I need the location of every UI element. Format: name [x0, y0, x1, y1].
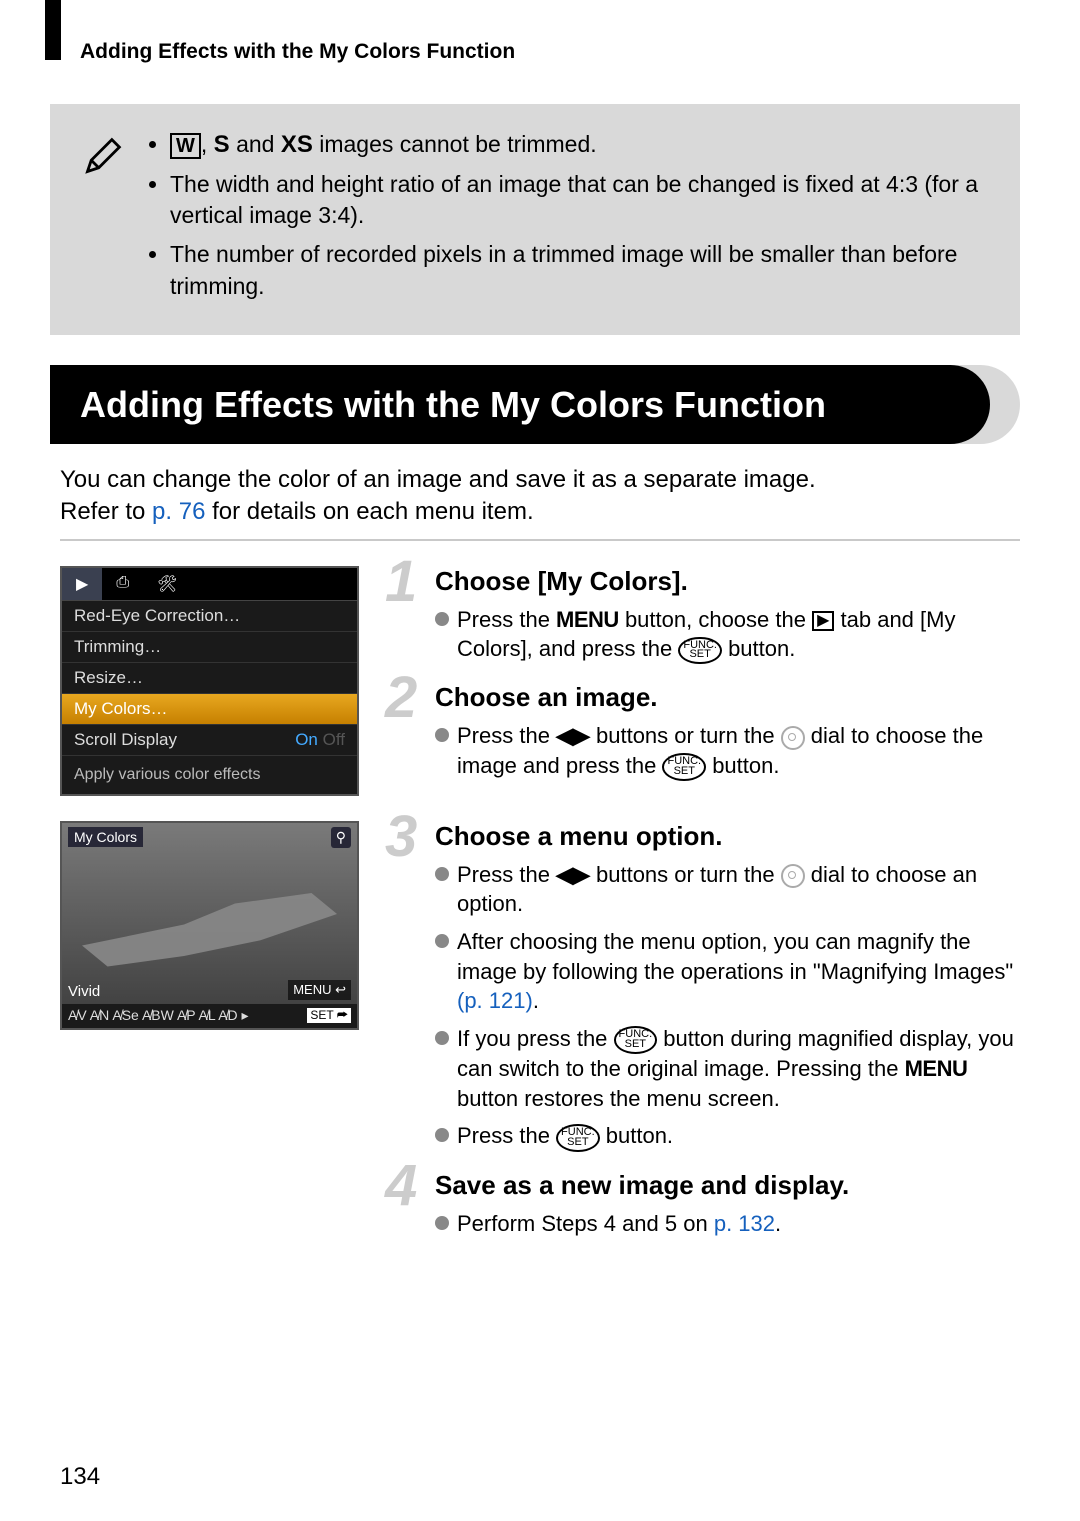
page-number: 134: [60, 1463, 100, 1491]
w-size-icon: W: [170, 133, 201, 159]
airplane-image: [82, 883, 337, 988]
step-2: 2 Choose an image. Press the ◀▶ buttons …: [385, 682, 1020, 781]
preview-screenshot: My Colors ⚲ Vivid MENU ↩ A̸V A̸N A̸Se A̸…: [60, 821, 355, 1030]
effect-strip: A̸V A̸N A̸Se A̸BW A̸P A̸L A̸D ▸ SET ⮫: [62, 1004, 357, 1028]
left-right-icon: ◀▶: [556, 723, 590, 748]
page-link-132[interactable]: p. 132: [714, 1211, 775, 1236]
bullet-icon: [435, 1031, 449, 1045]
section-title: Adding Effects with the My Colors Functi…: [50, 365, 990, 444]
magnify-icon: ⚲: [331, 827, 351, 848]
step-4-title: Save as a new image and display.: [435, 1170, 1020, 1201]
section-header-ribbon: Adding Effects with the My Colors Functi…: [50, 365, 1020, 444]
menu-row-trimming: Trimming…: [62, 632, 357, 663]
control-dial-icon: [781, 726, 805, 750]
func-set-icon: FUNC.SET: [678, 637, 722, 665]
menu-row-resize: Resize…: [62, 663, 357, 694]
set-hint: SET ⮫: [307, 1008, 351, 1023]
note-bullet-3: The number of recorded pixels in a trimm…: [170, 239, 990, 301]
step-1-title: Choose [My Colors].: [435, 566, 1020, 597]
menu-footer-hint: Apply various color effects: [62, 756, 357, 794]
page-link-76[interactable]: p. 76: [152, 498, 205, 525]
bullet-icon: [435, 728, 449, 742]
bullet-icon: [435, 934, 449, 948]
preview-title: My Colors: [68, 827, 143, 847]
playback-tab: ▶: [62, 568, 102, 600]
menu-row-scroll: Scroll Display On Off: [62, 725, 357, 756]
tools-tab: 🛠: [143, 568, 191, 600]
func-set-icon: FUNC.SET: [556, 1124, 600, 1152]
side-tab: [45, 0, 61, 60]
step-4: 4 Save as a new image and display. Perfo…: [385, 1170, 1020, 1239]
preview-mode: Vivid: [68, 983, 100, 1000]
menu-screenshot: ▶ ⎙ 🛠 Red-Eye Correction… Trimming… Resi…: [60, 566, 355, 796]
menu-row-redeye: Red-Eye Correction…: [62, 601, 357, 632]
bullet-icon: [435, 1128, 449, 1142]
playback-icon: ▶: [812, 611, 834, 631]
step-1: 1 Choose [My Colors]. Press the MENU but…: [385, 566, 1020, 665]
print-tab: ⎙: [102, 568, 143, 600]
step-2-title: Choose an image.: [435, 682, 1020, 713]
bullet-icon: [435, 867, 449, 881]
intro-text: You can change the color of an image and…: [60, 464, 1020, 529]
step-number-4: 4: [385, 1152, 417, 1219]
func-set-icon: FUNC.SET: [662, 753, 706, 781]
page-link-121[interactable]: (p. 121): [457, 988, 533, 1013]
step-number-1: 1: [385, 548, 417, 615]
menu-word: MENU: [556, 607, 619, 632]
bullet-icon: [435, 612, 449, 626]
step-3: 3 Choose a menu option. Press the ◀▶ but…: [385, 821, 1020, 1152]
step-3-title: Choose a menu option.: [435, 821, 1020, 852]
note-bullet-2: The width and height ratio of an image t…: [170, 169, 990, 231]
pencil-icon: [80, 134, 125, 179]
step-number-3: 3: [385, 803, 417, 870]
content-rule: [60, 539, 1020, 541]
step-number-2: 2: [385, 664, 417, 731]
bullet-icon: [435, 1216, 449, 1230]
note-bullet-1: W, S and XS images cannot be trimmed.: [170, 129, 990, 161]
menu-word: MENU: [905, 1056, 968, 1081]
control-dial-icon: [781, 864, 805, 888]
xs-size-icon: XS: [281, 131, 313, 158]
func-set-icon: FUNC.SET: [614, 1026, 658, 1054]
menu-back-hint: MENU ↩: [288, 980, 351, 1000]
running-header: Adding Effects with the My Colors Functi…: [80, 40, 1080, 64]
note-box: W, S and XS images cannot be trimmed. Th…: [50, 104, 1020, 335]
s-size-icon: S: [214, 131, 230, 158]
left-right-icon: ◀▶: [556, 862, 590, 887]
menu-row-mycolors: My Colors…: [62, 694, 357, 725]
